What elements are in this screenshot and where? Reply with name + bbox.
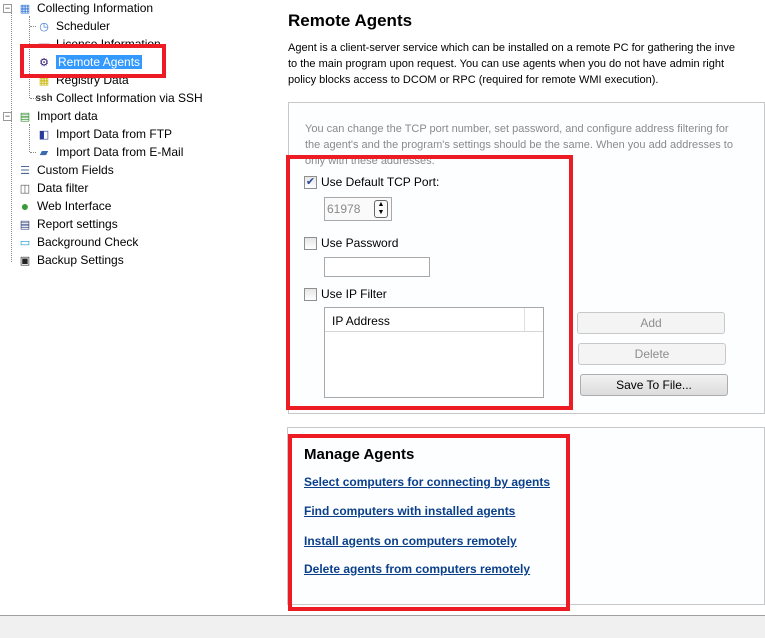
tree-item-collecting-information[interactable]: ▦ Collecting Information [17, 0, 153, 17]
floppy-icon: ▣ [19, 254, 31, 267]
clock-icon: ◷ [39, 20, 49, 33]
globe-icon: ● [20, 198, 30, 214]
status-bar [0, 615, 765, 638]
collapse-toggle[interactable]: − [3, 112, 12, 121]
delete-button[interactable]: Delete [578, 343, 726, 365]
email-import-icon: ▰ [39, 146, 49, 159]
tree-item-background-check[interactable]: ▭ Background Check [17, 233, 139, 251]
tree-item-scheduler[interactable]: ◷ Scheduler [36, 17, 110, 35]
save-to-file-button[interactable]: Save To File... [580, 374, 728, 396]
tree-item-backup-settings[interactable]: ▣ Backup Settings [17, 251, 124, 269]
monitor-icon: ▭ [19, 236, 31, 249]
ftp-import-icon: ◧ [38, 128, 50, 141]
tree-item-custom-fields[interactable]: ☰ Custom Fields [17, 161, 114, 179]
network-icon: ▦ [19, 2, 31, 15]
highlight-box-settings [286, 155, 573, 410]
tree-item-import-ftp[interactable]: ◧ Import Data from FTP [36, 125, 172, 143]
add-button[interactable]: Add [577, 312, 725, 334]
tree-item-import-data[interactable]: ▤ Import data [17, 107, 98, 125]
import-icon: ▤ [19, 110, 31, 123]
navigation-tree: − − ▦ Collecting Information ◷ Scheduler ▬… [0, 0, 280, 615]
page-title: Remote Agents [288, 11, 413, 30]
tree-item-collect-ssh[interactable]: ssh Collect Information via SSH [35, 89, 202, 107]
tree-item-report-settings[interactable]: ▤ Report settings [17, 215, 118, 233]
document-icon: ▤ [19, 218, 31, 231]
highlight-box-remote-agents [20, 44, 166, 78]
description: Agent is a client-server service which c… [288, 42, 735, 86]
ssh-icon: ssh [35, 92, 53, 104]
collapse-toggle[interactable]: − [3, 4, 12, 13]
list-icon: ☰ [20, 164, 30, 177]
tree-item-web-interface[interactable]: ● Web Interface [17, 197, 112, 215]
highlight-box-manage-agents [288, 434, 570, 611]
tree-item-data-filter[interactable]: ◫ Data filter [17, 179, 89, 197]
binoculars-icon: ◫ [19, 182, 31, 195]
tree-item-import-email[interactable]: ▰ Import Data from E-Mail [36, 143, 184, 161]
